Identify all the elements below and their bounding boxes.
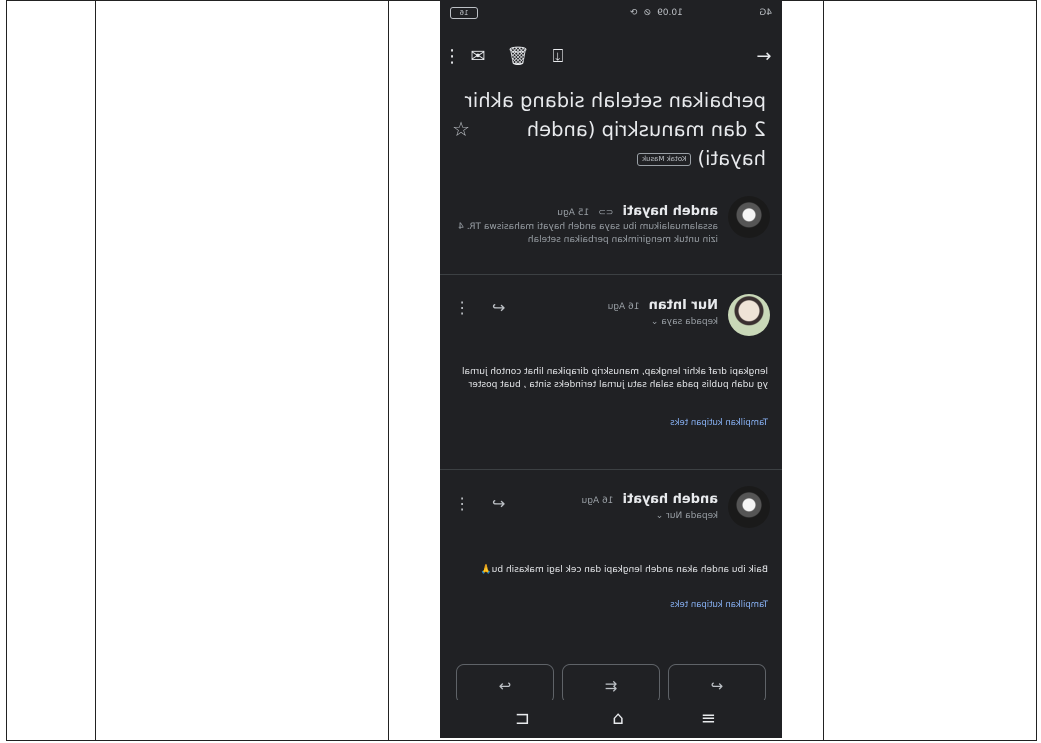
more-vert-icon[interactable]: ⋮ [440, 46, 464, 67]
divider [440, 274, 782, 275]
forward-button[interactable]: ↪ [456, 664, 554, 704]
reply-button[interactable]: ↩ [668, 664, 766, 704]
alarm-icon: ⊘ [643, 8, 652, 18]
message-2[interactable]: Nur Intan 16 Agu kepada saya ⌄ ↩ ⋮ lengk… [440, 288, 782, 458]
action-buttons: ↩ ⇇ ↪ [456, 664, 766, 704]
table-column-divider [95, 0, 96, 741]
divider [440, 469, 782, 470]
message-date: 16 Agu [607, 302, 640, 312]
show-quoted-link[interactable]: Tampilkan kutipan teks [670, 600, 768, 610]
back-nav-icon[interactable]: ⊏ [515, 708, 530, 729]
status-time: 10.09 [657, 8, 683, 18]
more-vert-icon[interactable]: ⋮ [454, 494, 470, 513]
chevron-down-icon[interactable]: ⌄ [656, 511, 664, 521]
attachment-icon: ⊂⊃ [598, 208, 614, 218]
toolbar: ← ⍗ 🗑 ✉ ⋮ [440, 40, 782, 76]
label-chip[interactable]: Kotak Masuk [637, 153, 692, 166]
reply-all-button[interactable]: ⇇ [562, 664, 660, 704]
message-recipient: kepada saya [661, 317, 718, 327]
email-subject: perbaikan setelah sidang akhir 2 dan man… [452, 86, 766, 173]
trash-icon[interactable]: 🗑 [506, 46, 530, 67]
message-sender: Nur Intan [648, 298, 718, 313]
message-date: 16 Agu [581, 496, 614, 506]
phone-screenshot: 4G 10.09 ⊘ ⟳ 16 ← ⍗ 🗑 ✉ ⋮ perbaikan sete… [440, 0, 782, 738]
forward-icon: ↪ [498, 677, 512, 695]
reply-all-icon: ⇇ [604, 677, 618, 695]
battery-icon: 16 [450, 7, 478, 19]
message-recipient: kepada Nur [666, 511, 718, 521]
subject-text: perbaikan setelah sidang akhir 2 dan man… [464, 89, 766, 170]
arrow-back-icon[interactable]: ← [752, 46, 776, 67]
navigation-bar: ≡ ⌂ ⊏ [440, 700, 782, 738]
avatar [728, 294, 770, 336]
status-network: 4G [759, 8, 772, 18]
message-sender: andeh hayati [622, 204, 718, 219]
message-body: lengkapi draf akhir lengkap, manuskrip d… [462, 367, 768, 390]
message-1[interactable]: andeh hayati ⊂⊃ 15 Agu assalamualaikum i… [440, 196, 782, 274]
avatar [728, 486, 770, 528]
reply-icon: ↩ [710, 677, 724, 695]
table-column-divider [823, 0, 824, 741]
message-snippet: assalamualaikum ibu saya andeh hayati ma… [458, 222, 718, 245]
status-bar: 4G 10.09 ⊘ ⟳ 16 [450, 6, 772, 22]
avatar [728, 196, 770, 238]
message-3[interactable]: andeh hayati 16 Agu kepada Nur ⌄ ↩ ⋮ Bai… [440, 484, 782, 634]
mail-icon[interactable]: ✉ [466, 46, 490, 67]
archive-icon[interactable]: ⍗ [546, 46, 570, 67]
home-icon[interactable]: ⌂ [613, 708, 624, 729]
show-quoted-link[interactable]: Tampilkan kutipan teks [670, 418, 768, 428]
chevron-down-icon[interactable]: ⌄ [651, 317, 659, 327]
more-vert-icon[interactable]: ⋮ [454, 298, 470, 317]
sync-icon: ⟳ [630, 8, 638, 18]
message-body: Baik ibu andeh akan andeh lengkapi dan c… [480, 565, 768, 575]
mirrored-screen: 4G 10.09 ⊘ ⟳ 16 ← ⍗ 🗑 ✉ ⋮ perbaikan sete… [440, 0, 782, 738]
menu-icon[interactable]: ≡ [701, 708, 716, 729]
message-sender: andeh hayati [622, 492, 718, 507]
reply-icon[interactable]: ↩ [492, 494, 505, 513]
reply-icon[interactable]: ↩ [492, 298, 505, 317]
star-icon[interactable]: ☆ [452, 115, 470, 144]
table-column-divider [388, 0, 389, 741]
message-date: 15 Agu [557, 208, 590, 218]
